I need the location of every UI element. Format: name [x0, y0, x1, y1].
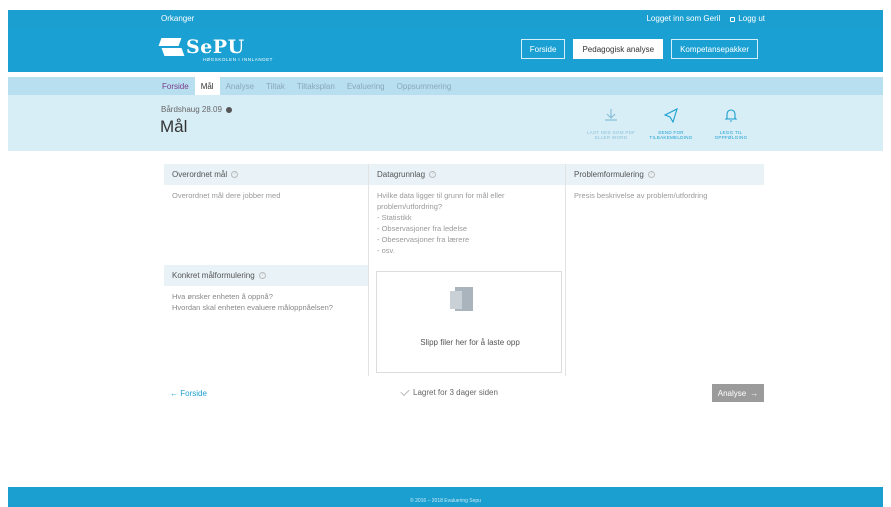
saved-status: Lagret for 3 dager siden — [400, 386, 498, 397]
site-footer: © 2016 – 2018 Evaluering Sepu — [8, 487, 883, 507]
back-link[interactable]: ← Forside — [170, 389, 207, 398]
tab-tiltaksplan[interactable]: Tiltaksplan — [291, 77, 341, 95]
tab-evaluering[interactable]: Evaluering — [341, 77, 391, 95]
data-heading: Datagrunnlag ? — [369, 164, 565, 185]
add-followup-button[interactable]: LEGG TIL OPPFØLGING — [704, 105, 758, 140]
page-footer-nav: ← Forside Lagret for 3 dager siden Analy… — [164, 384, 764, 402]
send-feedback-button[interactable]: SEND FOR TILBAKEMELDING — [644, 105, 698, 140]
app-frame: Orkanger Logget inn som Geril Logg ut Se… — [8, 0, 883, 507]
help-icon[interactable]: ? — [231, 171, 239, 178]
page-title: Mål — [160, 117, 188, 136]
download-label: LAST NED SOM PDF ELLER WORD — [586, 130, 636, 140]
document-icon — [450, 287, 473, 311]
problem-field[interactable]: Presis beskrivelse av problem/utfordring — [566, 185, 764, 206]
tab-forside[interactable]: Forside — [156, 77, 195, 95]
copyright: © 2016 – 2018 Evaluering Sepu — [410, 498, 481, 504]
tab-mal[interactable]: Mål — [194, 77, 220, 95]
tab-bar: Forside Mål Analyse Tiltak Tiltaksplan E… — [8, 77, 883, 95]
page-header: Bårdshaug 28.09 Mål LAST NED SOM PDF ELL… — [8, 95, 883, 151]
breadcrumb-text: Bårdshaug 28.09 — [161, 105, 222, 114]
send-feedback-label: SEND FOR TILBAKEMELDING — [649, 130, 693, 140]
check-icon — [400, 386, 410, 396]
data-column: Datagrunnlag ? Hvilke data ligger til gr… — [368, 164, 566, 376]
breadcrumb: Bårdshaug 28.09 — [161, 105, 232, 114]
lock-icon — [730, 17, 736, 22]
brand-bar: SePU HØGSKOLEN I INNLANDET Forside Pedag… — [8, 28, 883, 72]
next-analysis-button[interactable]: Analyse → — [712, 384, 764, 402]
nav-packages-button[interactable]: Kompetansepakker — [671, 39, 758, 59]
tab-oppsummering[interactable]: Oppsummering — [391, 77, 458, 95]
tab-tiltak[interactable]: Tiltak — [260, 77, 291, 95]
top-bar: Orkanger Logget inn som Geril Logg ut — [8, 10, 883, 28]
download-icon — [584, 105, 638, 125]
concrete-goal-heading: Konkret målformulering ? — [164, 265, 368, 286]
arrow-right-icon: → — [750, 388, 759, 398]
bell-icon — [704, 105, 758, 125]
help-icon[interactable]: ? — [429, 171, 437, 178]
logo-mark-icon — [158, 38, 185, 56]
logout-link[interactable]: Logg ut — [730, 14, 765, 23]
dropzone-text: Slipp filer her for å laste opp — [420, 338, 520, 347]
goal-heading: Overordnet mål ? — [164, 164, 368, 185]
file-dropzone[interactable]: Slipp filer her for å laste opp — [376, 271, 562, 373]
add-followup-label: LEGG TIL OPPFØLGING — [714, 130, 748, 140]
problem-column: Problemformulering ? Presis beskrivelse … — [566, 164, 764, 376]
goal-field[interactable]: Overordnet mål dere jobber med — [164, 185, 368, 206]
tab-analyse[interactable]: Analyse — [220, 77, 260, 95]
data-field[interactable]: Hvilke data ligger til grunn for mål ell… — [369, 185, 565, 261]
help-icon[interactable]: ? — [258, 272, 266, 279]
logout-label: Logg ut — [738, 14, 765, 23]
download-button[interactable]: LAST NED SOM PDF ELLER WORD — [584, 105, 638, 140]
concrete-goal-section: Konkret målformulering ? Hva ønsker enhe… — [164, 265, 368, 318]
help-icon[interactable]: ? — [647, 171, 655, 178]
site-name: Orkanger — [161, 14, 195, 23]
logo-subtitle: HØGSKOLEN I INNLANDET — [202, 57, 274, 62]
concrete-goal-field[interactable]: Hva ønsker enheten å oppnå? Hvordan skal… — [164, 286, 368, 318]
goal-column: Overordnet mål ? Overordnet mål dere job… — [164, 164, 368, 376]
gear-icon[interactable] — [225, 106, 232, 113]
logo-text: SePU — [186, 36, 245, 58]
goal-grid: Overordnet mål ? Overordnet mål dere job… — [164, 164, 764, 376]
logged-in-user: Logget inn som Geril — [646, 14, 721, 23]
nav-analysis-button[interactable]: Pedagogisk analyse — [573, 39, 664, 59]
nav-home-button[interactable]: Forside — [520, 39, 566, 59]
paper-plane-icon — [644, 105, 698, 125]
problem-heading: Problemformulering ? — [566, 164, 764, 185]
sepu-logo[interactable]: SePU HØGSKOLEN I INNLANDET — [158, 36, 273, 62]
